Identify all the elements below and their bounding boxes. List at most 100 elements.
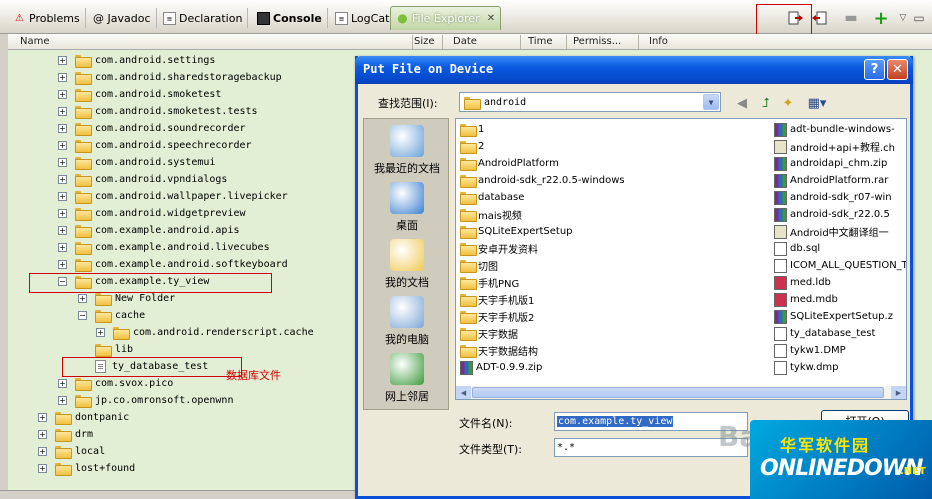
push-file-icon[interactable] [810, 9, 828, 27]
expand-icon[interactable]: + [58, 175, 67, 184]
place-network-places[interactable]: 网上邻居 [364, 353, 450, 404]
folder-item[interactable]: 2 [460, 138, 760, 155]
collapse-icon[interactable]: − [78, 311, 87, 320]
folder-item[interactable]: 切图 [460, 257, 760, 274]
expand-icon[interactable]: + [38, 464, 47, 473]
tree-row[interactable]: + com.android.speechrecorder [58, 137, 252, 154]
expand-icon[interactable]: + [58, 56, 67, 65]
folder-item[interactable]: AndroidPlatform [460, 155, 760, 172]
tab-declaration[interactable]: ≡ Declaration [158, 8, 249, 28]
help-button[interactable]: ? [864, 59, 885, 80]
expand-icon[interactable]: + [58, 124, 67, 133]
col-permissions[interactable]: Permiss... [573, 36, 621, 47]
file-item[interactable]: ADT-0.9.9.zip [460, 359, 760, 376]
collapse-icon[interactable]: − [58, 277, 67, 286]
scroll-right-icon[interactable]: ▶ [891, 386, 906, 399]
file-item[interactable]: android+api+教程.ch [774, 138, 906, 155]
tree-row[interactable]: + com.android.wallpaper.livepicker [58, 188, 288, 205]
expand-icon[interactable]: + [58, 192, 67, 201]
scroll-thumb[interactable] [472, 387, 884, 398]
tree-row[interactable]: ty_database_test [78, 358, 208, 375]
tree-row[interactable]: + com.android.smoketest.tests [58, 103, 258, 120]
expand-icon[interactable]: + [58, 226, 67, 235]
view-menu-icon[interactable]: ▦▾ [802, 94, 832, 112]
tree-row[interactable]: + local [38, 443, 105, 460]
file-item[interactable]: adt-bundle-windows- [774, 121, 906, 138]
tree-row[interactable]: + com.svox.pico [58, 375, 173, 392]
folder-item[interactable]: SQLiteExpertSetup [460, 223, 760, 240]
tree-row[interactable]: − com.example.ty_view [58, 273, 209, 290]
tree-row[interactable]: + jp.co.omronsoft.openwnn [58, 392, 233, 409]
place-recent-documents[interactable]: 我最近的文档 [364, 125, 450, 176]
tree-row[interactable]: + com.example.android.softkeyboard [58, 256, 288, 273]
look-in-combo[interactable]: android ▼ [459, 92, 721, 112]
file-item[interactable]: Android中文翻译组一 [774, 223, 906, 240]
folder-item[interactable]: 手机PNG [460, 274, 760, 291]
chevron-down-icon[interactable]: ▼ [703, 94, 719, 110]
tree-row[interactable]: − cache [78, 307, 145, 324]
up-folder-icon[interactable]: ⮥ [756, 94, 776, 112]
expand-icon[interactable]: + [58, 90, 67, 99]
file-item[interactable]: AndroidPlatform.rar [774, 172, 906, 189]
pull-file-icon[interactable] [787, 9, 805, 27]
tree-row[interactable]: lib [78, 341, 133, 358]
folder-item[interactable]: 1 [460, 121, 760, 138]
expand-icon[interactable]: + [38, 413, 47, 422]
file-item[interactable]: android-sdk_r07-win [774, 189, 906, 206]
file-list[interactable]: 1 2 AndroidPlatform android-sdk_r22.0.5-win… [455, 118, 907, 400]
file-item[interactable]: med.ldb [774, 274, 906, 291]
folder-item[interactable]: 天宇手机版1 [460, 291, 760, 308]
tree-row[interactable]: + com.android.renderscript.cache [96, 324, 314, 341]
expand-icon[interactable]: + [58, 107, 67, 116]
place-my-documents[interactable]: 我的文档 [364, 239, 450, 290]
tree-row[interactable]: + com.example.android.livecubes [58, 239, 270, 256]
file-item[interactable]: tykw1.DMP [774, 342, 906, 359]
file-item[interactable]: med.mdb [774, 291, 906, 308]
minimize-icon[interactable]: ▭ [910, 9, 928, 27]
tree-row[interactable]: + com.android.settings [58, 52, 215, 69]
folder-item[interactable]: 天宇数据结构 [460, 342, 760, 359]
folder-item[interactable]: mais视频 [460, 206, 760, 223]
tree-row[interactable]: + com.android.systemui [58, 154, 215, 171]
delete-icon[interactable]: ▬ [842, 9, 860, 27]
expand-icon[interactable]: + [78, 294, 87, 303]
expand-icon[interactable]: + [58, 396, 67, 405]
tree-row[interactable]: + com.android.sharedstoragebackup [58, 69, 282, 86]
expand-icon[interactable]: + [38, 430, 47, 439]
scroll-left-icon[interactable]: ◀ [456, 386, 471, 399]
expand-icon[interactable]: + [58, 141, 67, 150]
file-item[interactable]: db.sql [774, 240, 906, 257]
col-time[interactable]: Time [528, 36, 552, 47]
tree-row[interactable]: + dontpanic [38, 409, 129, 426]
tab-problems[interactable]: ⚠ Problems [8, 8, 86, 28]
expand-icon[interactable]: + [38, 447, 47, 456]
col-date[interactable]: Date [453, 36, 477, 47]
tab-javadoc[interactable]: @ Javadoc [88, 8, 157, 28]
tree-row[interactable]: + com.android.soundrecorder [58, 120, 246, 137]
close-tab-icon[interactable]: ✕ [487, 13, 495, 24]
horizontal-scrollbar[interactable]: ◀ ▶ [455, 386, 907, 400]
add-icon[interactable]: + [872, 8, 890, 29]
folder-item[interactable]: database [460, 189, 760, 206]
tree-row[interactable]: + com.android.widgetpreview [58, 205, 246, 222]
file-item[interactable]: ICOM_ALL_QUESTION_T [774, 257, 906, 274]
expand-icon[interactable]: + [58, 243, 67, 252]
expand-icon[interactable]: + [58, 209, 67, 218]
tree-row[interactable]: + com.android.vpndialogs [58, 171, 227, 188]
new-folder-icon[interactable]: ✦ [778, 94, 798, 112]
expand-icon[interactable]: + [58, 379, 67, 388]
place-my-computer[interactable]: 我的电脑 [364, 296, 450, 347]
file-item[interactable]: android-sdk_r22.0.5 [774, 206, 906, 223]
file-item[interactable]: tykw.dmp [774, 359, 906, 376]
tree-row[interactable]: + com.android.smoketest [58, 86, 221, 103]
place-desktop[interactable]: 桌面 [364, 182, 450, 233]
file-item[interactable]: androidapi_chm.zip [774, 155, 906, 172]
expand-icon[interactable]: + [96, 328, 105, 337]
tree-row[interactable]: + drm [38, 426, 93, 443]
tree-row[interactable]: + New Folder [78, 290, 175, 307]
folder-item[interactable]: 安卓开发资料 [460, 240, 760, 257]
close-button[interactable]: ✕ [887, 59, 908, 80]
expand-icon[interactable]: + [58, 260, 67, 269]
col-size[interactable]: Size [414, 36, 435, 47]
expand-icon[interactable]: + [58, 158, 67, 167]
